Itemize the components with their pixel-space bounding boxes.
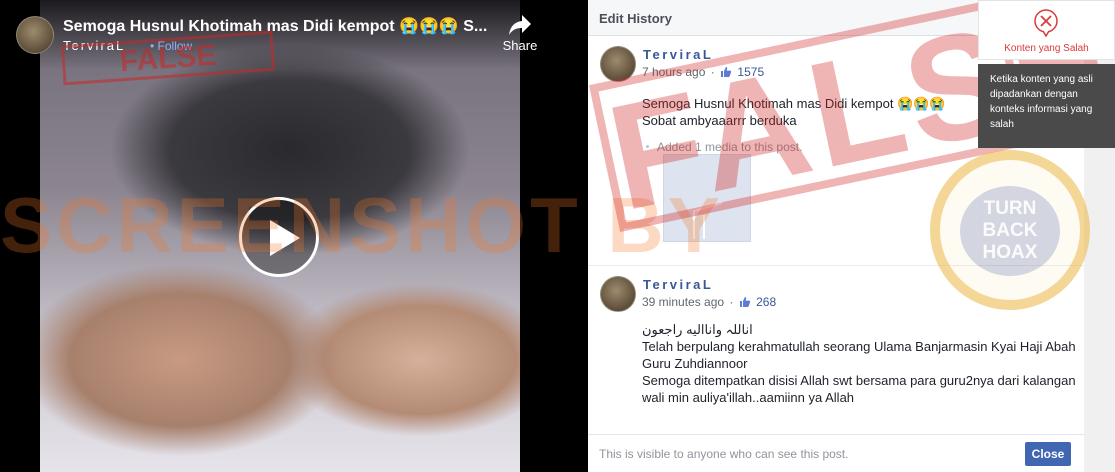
visibility-note: This is visible to anyone who can see th… (599, 447, 849, 461)
history-entry: TerviraL 39 minutes ago · 268 اناللہ وان… (588, 266, 1084, 434)
label-header: Konten yang Salah (978, 0, 1115, 60)
meta-separator: · (710, 65, 715, 79)
play-button[interactable] (239, 197, 319, 277)
avatar[interactable] (600, 46, 636, 82)
share-button[interactable]: Share (499, 14, 541, 60)
dialog-title: Edit History (599, 11, 672, 26)
wrong-content-icon (1034, 9, 1058, 37)
entry-added-media: Added 1 media to this post. (646, 140, 802, 154)
label-title: Konten yang Salah (1004, 43, 1089, 54)
label-description: Ketika konten yang asli dipadankan denga… (978, 64, 1115, 148)
entry-meta: 39 minutes ago · 268 (642, 295, 776, 309)
dialog-footer: This is visible to anyone who can see th… (588, 434, 1084, 472)
share-icon (509, 15, 531, 35)
avatar[interactable] (600, 276, 636, 312)
entry-author[interactable]: TerviraL (643, 47, 713, 62)
bullet-icon (646, 145, 649, 148)
entry-author[interactable]: TerviraL (643, 277, 713, 292)
like-icon (721, 67, 732, 77)
added-media-text: Added 1 media to this post. (657, 140, 803, 154)
like-count[interactable]: 1575 (737, 65, 764, 79)
avatar[interactable] (16, 16, 54, 54)
entry-time[interactable]: 7 hours ago (642, 65, 705, 79)
entry-meta: 7 hours ago · 1575 (642, 65, 764, 79)
fact-check-label: Konten yang Salah Ketika konten yang asl… (978, 0, 1115, 148)
video-panel: Semoga Husnul Khotimah mas Didi kempot 😭… (0, 0, 558, 472)
meta-separator: · (729, 295, 734, 309)
like-count[interactable]: 268 (756, 295, 776, 309)
media-placeholder-icon (693, 202, 723, 239)
entry-text: اناللہ واناالیه راجعون Telah berpulang k… (642, 322, 1076, 405)
share-label: Share (502, 38, 538, 53)
entry-time[interactable]: 39 minutes ago (642, 295, 724, 309)
video-title[interactable]: Semoga Husnul Khotimah mas Didi kempot 😭… (63, 16, 493, 36)
entry-text: Semoga Husnul Khotimah mas Didi kempot 😭… (642, 96, 946, 128)
like-icon (739, 297, 750, 307)
play-icon (270, 220, 300, 256)
media-thumbnail[interactable] (663, 154, 751, 242)
close-button[interactable]: Close (1025, 442, 1071, 466)
